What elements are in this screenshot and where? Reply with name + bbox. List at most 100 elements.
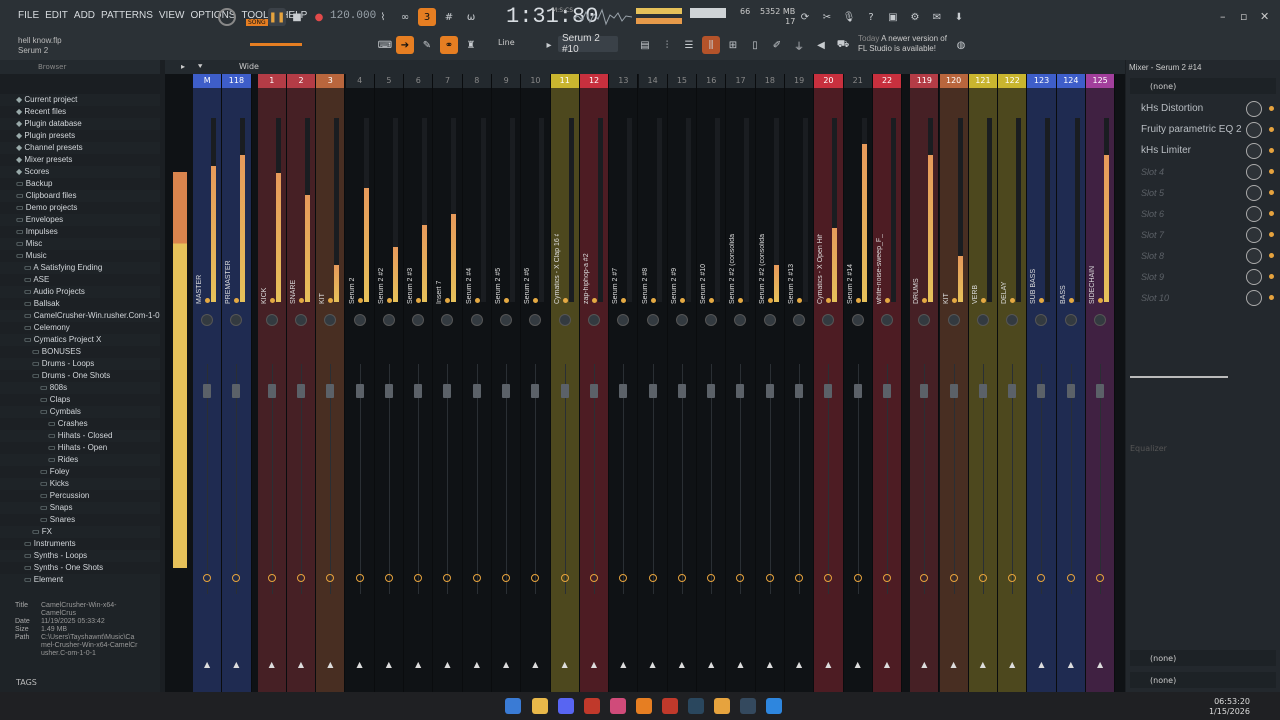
send-arrow-icon[interactable]: ▲ — [679, 660, 685, 669]
strip-name[interactable]: PREMASTER — [225, 234, 235, 304]
pan-knob[interactable] — [529, 314, 542, 326]
pan-knob[interactable] — [1035, 314, 1048, 326]
strip-number[interactable]: M — [193, 74, 222, 88]
mixer-strip[interactable]: 118 PREMASTER ▲ — [222, 74, 252, 692]
send-arrow-icon[interactable]: ▲ — [650, 660, 656, 669]
browser-item[interactable]: ▭ Rides — [0, 454, 160, 466]
send-arrow-icon[interactable]: ▲ — [474, 660, 480, 669]
pan-knob[interactable] — [822, 314, 835, 326]
mix-knob[interactable] — [1246, 289, 1262, 306]
mixer-strip[interactable]: 120 KIT ▲ — [939, 74, 969, 692]
strip-name[interactable]: SIDECHAIN — [1089, 234, 1099, 304]
link-icon[interactable]: ⚭ — [440, 36, 458, 54]
strip-number[interactable]: 2 — [286, 74, 316, 88]
strip-name[interactable]: Serum 2 #3 — [407, 234, 417, 304]
volume-fader[interactable] — [1008, 384, 1017, 398]
browser-item[interactable]: ▭ Snaps — [0, 502, 160, 514]
strip-number[interactable]: 19 — [785, 74, 814, 88]
send-arrow-icon[interactable]: ▲ — [825, 660, 831, 669]
metronome-icon[interactable]: ⌇ — [374, 8, 392, 26]
route-icon[interactable] — [648, 574, 657, 582]
effect-slot[interactable]: Slot 8 — [1126, 245, 1280, 266]
browser-item[interactable]: ▭ CamelCrusher-Win.rusher.Com-1-0-1 — [0, 310, 160, 322]
strip-name[interactable]: Serum 2 — [349, 234, 359, 304]
strip-name[interactable]: Serum 2 #8 — [642, 234, 652, 304]
route-icon[interactable] — [384, 574, 393, 582]
mute-led[interactable] — [980, 298, 986, 303]
send-arrow-icon[interactable]: ▲ — [980, 660, 986, 669]
pan-knob[interactable] — [1094, 314, 1106, 326]
send-arrow-icon[interactable]: ▲ — [327, 660, 333, 669]
browser-item[interactable]: ▭ Synths - One Shots — [0, 562, 160, 574]
slot-led[interactable] — [1269, 253, 1274, 258]
send-arrow-icon[interactable]: ▲ — [415, 660, 421, 669]
slot-led[interactable] — [1269, 232, 1274, 237]
send-arrow-icon[interactable]: ▲ — [204, 660, 210, 669]
mute-led[interactable] — [826, 298, 832, 303]
mixer-arrow-icon[interactable]: ⯆ — [197, 62, 203, 72]
route-icon[interactable] — [531, 574, 540, 582]
pan-knob[interactable] — [675, 314, 688, 326]
strip-number[interactable]: 15 — [667, 74, 697, 88]
mute-led[interactable] — [738, 298, 744, 303]
maximize-icon[interactable]: ▫ — [1240, 10, 1247, 23]
browser-item[interactable]: ▭ Hihats - Closed — [0, 430, 160, 442]
mixer-strip[interactable]: 18 Serum 2 #2 (consolidated) ▲ — [755, 74, 785, 692]
file-icon[interactable]: ▯ — [746, 36, 764, 54]
mixer-strip[interactable]: 10 Serum 2 #6 ▲ — [521, 74, 551, 692]
strip-number[interactable]: 22 — [872, 74, 902, 88]
input-selector[interactable]: (none) — [1130, 78, 1276, 94]
route-icon[interactable] — [232, 574, 241, 582]
volume-fader[interactable] — [882, 384, 891, 398]
send-arrow-icon[interactable]: ▲ — [767, 660, 773, 669]
piano-icon[interactable]: ⌨ — [376, 36, 394, 54]
browser-item[interactable]: ▭ Drums - One Shots — [0, 370, 160, 382]
send-arrow-icon[interactable]: ▲ — [269, 660, 275, 669]
route-icon[interactable] — [853, 574, 862, 582]
mix-knob[interactable] — [1246, 247, 1262, 264]
pan-knob[interactable] — [294, 314, 307, 326]
strip-number[interactable]: 14 — [638, 74, 667, 88]
send-arrow-icon[interactable]: ▲ — [1068, 660, 1074, 669]
mute-led[interactable] — [386, 298, 392, 303]
mixer-strip[interactable]: 15 Serum 2 #9 ▲ — [667, 74, 698, 692]
route-icon[interactable] — [677, 574, 686, 582]
strip-name[interactable]: KIT — [319, 234, 329, 304]
volume-fader[interactable] — [502, 384, 510, 398]
mixer-strip[interactable]: 121 VERB ▲ — [968, 74, 999, 692]
mixer-menu-icon[interactable]: ▸ — [181, 62, 185, 71]
strip-name[interactable]: Cymatics - X Clap 16 #2 — [554, 234, 564, 304]
sidechain-selector[interactable]: (none) — [1130, 672, 1276, 688]
strip-number[interactable]: 122 — [998, 74, 1027, 88]
route-icon[interactable] — [560, 574, 569, 582]
strip-name[interactable]: SNARE — [290, 234, 300, 304]
effect-slot[interactable]: Slot 7 — [1126, 224, 1280, 245]
browser-item[interactable]: ▭ Hihats - Open — [0, 442, 160, 454]
route-icon[interactable] — [949, 574, 958, 582]
pan-knob[interactable] — [1006, 314, 1019, 326]
pan-knob[interactable] — [587, 314, 600, 326]
stamp-icon[interactable]: ♜ — [462, 36, 480, 54]
volume-fader[interactable] — [296, 384, 305, 398]
song-mode-label[interactable]: SONG — [246, 19, 268, 26]
mix-knob[interactable] — [1246, 163, 1262, 180]
volume-fader[interactable] — [677, 384, 686, 398]
help-icon[interactable]: ? — [862, 8, 880, 26]
mute-led[interactable] — [205, 298, 210, 303]
send-arrow-icon[interactable]: ▲ — [357, 660, 363, 669]
mixer-strip[interactable]: 3 KIT ▲ — [316, 74, 346, 692]
browser-item[interactable]: ▭ 808s — [0, 382, 160, 394]
system-clock[interactable]: 06:53:20 1/15/2026 — [1209, 697, 1250, 717]
browser-item[interactable]: ◆ Plugin presets — [0, 130, 160, 142]
mixer-strip[interactable]: 11 Cymatics - X Clap 16 #2 ▲ — [550, 74, 580, 692]
volume-fader[interactable] — [414, 384, 423, 398]
fl-studio-icon[interactable] — [714, 698, 730, 714]
send-arrow-icon[interactable]: ▲ — [444, 660, 450, 669]
mute-led[interactable] — [533, 298, 539, 303]
mixer-width-label[interactable]: Wide — [239, 62, 259, 71]
browser-item[interactable]: ◆ Plugin database — [0, 118, 160, 130]
close-icon[interactable]: ✕ — [1260, 10, 1269, 23]
update-notice[interactable]: Today A newer version of FL Studio is av… — [858, 34, 947, 54]
strip-name[interactable]: Serum 2 #13 — [788, 234, 798, 304]
mixer-strip[interactable]: 16 Serum 2 #10 ▲ — [697, 74, 727, 692]
